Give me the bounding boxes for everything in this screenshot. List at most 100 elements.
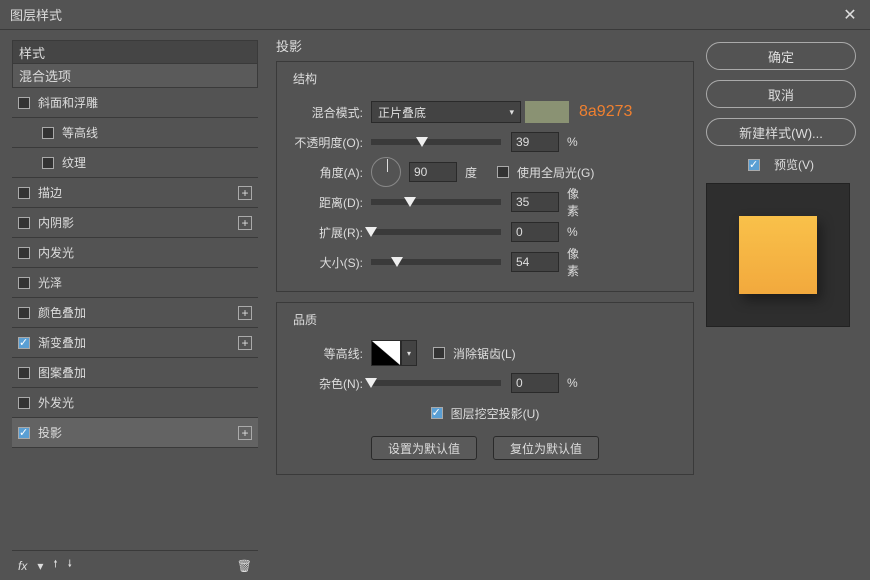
group-structure-title: 结构 bbox=[289, 70, 321, 87]
effect-row-0[interactable]: 斜面和浮雕 bbox=[12, 88, 258, 118]
blend-mode-label: 混合模式: bbox=[289, 104, 371, 121]
add-effect-icon[interactable]: + bbox=[238, 186, 252, 200]
effect-row-11[interactable]: 投影+ bbox=[12, 418, 258, 448]
effect-row-1[interactable]: 等高线 bbox=[12, 118, 258, 148]
new-style-button[interactable]: 新建样式(W)... bbox=[706, 118, 856, 146]
noise-slider[interactable] bbox=[371, 380, 501, 386]
effect-label: 投影 bbox=[38, 424, 238, 441]
effect-checkbox[interactable] bbox=[18, 97, 30, 109]
size-label: 大小(S): bbox=[289, 254, 371, 271]
cancel-button[interactable]: 取消 bbox=[706, 80, 856, 108]
opacity-slider[interactable] bbox=[371, 139, 501, 145]
effect-checkbox[interactable] bbox=[18, 277, 30, 289]
spread-unit: % bbox=[559, 225, 589, 239]
effect-label: 斜面和浮雕 bbox=[38, 94, 252, 111]
knockout-label: 图层挖空投影(U) bbox=[451, 405, 540, 422]
opacity-unit: % bbox=[559, 135, 589, 149]
angle-field[interactable]: 90 bbox=[409, 162, 457, 182]
opacity-field[interactable]: 39 bbox=[511, 132, 559, 152]
effect-row-7[interactable]: 颜色叠加+ bbox=[12, 298, 258, 328]
group-quality-title: 品质 bbox=[289, 311, 321, 328]
styles-header[interactable]: 样式 bbox=[12, 40, 258, 64]
preview-label: 预览(V) bbox=[774, 156, 814, 173]
effect-row-4[interactable]: 内阴影+ bbox=[12, 208, 258, 238]
effect-checkbox[interactable] bbox=[18, 307, 30, 319]
spread-label: 扩展(R): bbox=[289, 224, 371, 241]
effect-label: 内阴影 bbox=[38, 214, 238, 231]
spread-field[interactable]: 0 bbox=[511, 222, 559, 242]
blend-mode-value: 正片叠底 bbox=[378, 104, 426, 121]
add-effect-icon[interactable]: + bbox=[238, 336, 252, 350]
blend-mode-select[interactable]: 正片叠底 ▾ bbox=[371, 101, 521, 123]
effect-row-5[interactable]: 内发光 bbox=[12, 238, 258, 268]
effect-row-8[interactable]: 渐变叠加+ bbox=[12, 328, 258, 358]
fx-icon[interactable]: fx bbox=[18, 559, 27, 573]
size-field[interactable]: 54 bbox=[511, 252, 559, 272]
effect-label: 光泽 bbox=[38, 274, 252, 291]
add-effect-icon[interactable]: + bbox=[238, 306, 252, 320]
effect-checkbox[interactable] bbox=[18, 367, 30, 379]
effect-checkbox[interactable] bbox=[42, 157, 54, 169]
effect-checkbox[interactable] bbox=[18, 337, 30, 349]
section-title: 投影 bbox=[276, 36, 694, 55]
effect-checkbox[interactable] bbox=[18, 397, 30, 409]
add-effect-icon[interactable]: + bbox=[238, 426, 252, 440]
noise-label: 杂色(N): bbox=[289, 375, 371, 392]
global-light-checkbox[interactable] bbox=[497, 166, 509, 178]
preview-thumbnail bbox=[739, 216, 817, 294]
knockout-checkbox[interactable] bbox=[431, 407, 443, 419]
add-effect-icon[interactable]: + bbox=[238, 216, 252, 230]
distance-label: 距离(D): bbox=[289, 194, 371, 211]
effect-checkbox[interactable] bbox=[18, 187, 30, 199]
contour-label: 等高线: bbox=[289, 345, 371, 362]
effect-label: 描边 bbox=[38, 184, 238, 201]
effect-row-2[interactable]: 纹理 bbox=[12, 148, 258, 178]
effect-label: 外发光 bbox=[38, 394, 252, 411]
arrow-down-icon[interactable]: 🠗 bbox=[68, 557, 72, 574]
distance-slider[interactable] bbox=[371, 199, 501, 205]
effect-row-10[interactable]: 外发光 bbox=[12, 388, 258, 418]
effect-label: 等高线 bbox=[62, 124, 252, 141]
distance-unit: 像素 bbox=[559, 185, 589, 219]
distance-field[interactable]: 35 bbox=[511, 192, 559, 212]
effect-label: 内发光 bbox=[38, 244, 252, 261]
angle-label: 角度(A): bbox=[289, 164, 371, 181]
noise-field[interactable]: 0 bbox=[511, 373, 559, 393]
contour-picker[interactable] bbox=[371, 340, 401, 366]
effect-row-3[interactable]: 描边+ bbox=[12, 178, 258, 208]
trash-icon[interactable]: 🗑 bbox=[237, 559, 252, 573]
effect-checkbox[interactable] bbox=[42, 127, 54, 139]
effect-label: 渐变叠加 bbox=[38, 334, 238, 351]
noise-unit: % bbox=[559, 376, 589, 390]
global-light-label: 使用全局光(G) bbox=[517, 164, 594, 181]
chevron-down-icon: ▾ bbox=[509, 107, 514, 118]
arrow-up-icon[interactable]: 🠕 bbox=[53, 557, 57, 574]
size-unit: 像素 bbox=[559, 245, 589, 279]
effect-label: 颜色叠加 bbox=[38, 304, 238, 321]
color-swatch[interactable] bbox=[525, 101, 569, 123]
ok-button[interactable]: 确定 bbox=[706, 42, 856, 70]
effect-checkbox[interactable] bbox=[18, 247, 30, 259]
effect-label: 图案叠加 bbox=[38, 364, 252, 381]
size-slider[interactable] bbox=[371, 259, 501, 265]
effect-checkbox[interactable] bbox=[18, 217, 30, 229]
spread-slider[interactable] bbox=[371, 229, 501, 235]
effect-row-6[interactable]: 光泽 bbox=[12, 268, 258, 298]
close-icon[interactable]: ✕ bbox=[840, 5, 860, 25]
antialias-checkbox[interactable] bbox=[433, 347, 445, 359]
dialog-title: 图层样式 bbox=[10, 5, 840, 24]
angle-unit: 度 bbox=[457, 164, 487, 181]
contour-dropdown[interactable]: ▾ bbox=[401, 340, 417, 366]
chevron-down-icon: ▾ bbox=[37, 559, 43, 573]
antialias-label: 消除锯齿(L) bbox=[453, 345, 516, 362]
preview-checkbox[interactable] bbox=[748, 159, 760, 171]
reset-default-button[interactable]: 复位为默认值 bbox=[493, 436, 599, 460]
blend-options-header[interactable]: 混合选项 bbox=[12, 64, 258, 88]
make-default-button[interactable]: 设置为默认值 bbox=[371, 436, 477, 460]
effect-checkbox[interactable] bbox=[18, 427, 30, 439]
effect-row-9[interactable]: 图案叠加 bbox=[12, 358, 258, 388]
color-hex-annotation: 8a9273 bbox=[579, 103, 632, 121]
angle-dial[interactable] bbox=[371, 157, 401, 187]
effect-label: 纹理 bbox=[62, 154, 252, 171]
preview-box bbox=[706, 183, 850, 327]
